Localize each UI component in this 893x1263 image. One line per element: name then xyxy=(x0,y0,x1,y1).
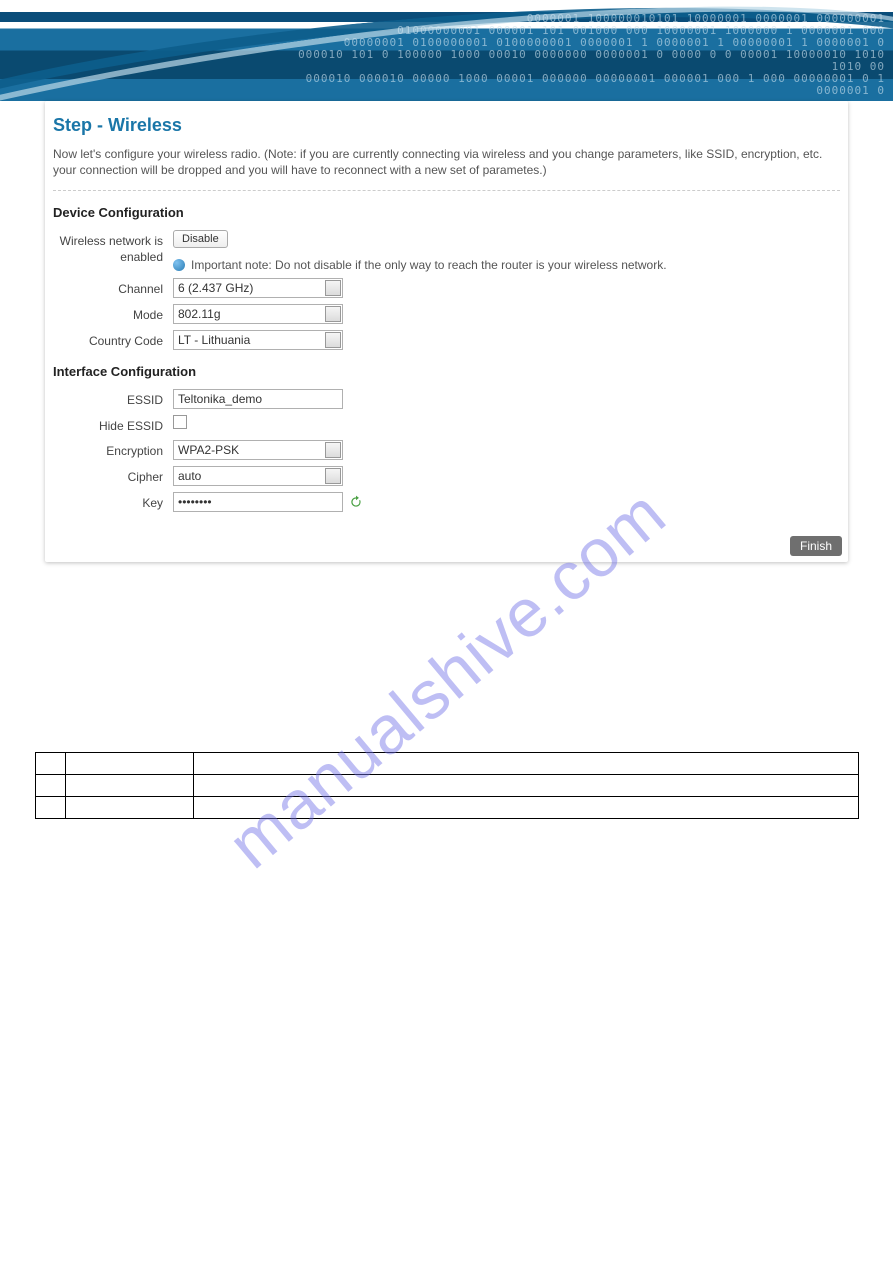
page-title: Step - Wireless xyxy=(53,115,840,136)
hide-essid-checkbox[interactable] xyxy=(173,415,187,429)
mode-select[interactable] xyxy=(173,304,343,324)
wizard-card: Step - Wireless Now let's configure your… xyxy=(45,101,848,562)
finish-button[interactable]: Finish xyxy=(790,536,842,556)
channel-label: Channel xyxy=(53,278,173,297)
channel-select[interactable] xyxy=(173,278,343,298)
table-row xyxy=(36,797,859,819)
essid-label: ESSID xyxy=(53,389,173,408)
table-row xyxy=(36,775,859,797)
disable-note: Important note: Do not disable if the on… xyxy=(191,258,667,272)
device-config-header: Device Configuration xyxy=(53,205,840,220)
key-input[interactable] xyxy=(173,492,343,512)
cipher-row: Cipher xyxy=(53,466,840,486)
country-label: Country Code xyxy=(53,330,173,349)
encryption-select[interactable] xyxy=(173,440,343,460)
mode-label: Mode xyxy=(53,304,173,323)
key-row: Key xyxy=(53,492,840,512)
banner-binary-text: 0000001 100000010101 10000001 0000001 00… xyxy=(268,9,893,101)
essid-input[interactable] xyxy=(173,389,343,409)
hide-essid-label: Hide ESSID xyxy=(53,415,173,434)
header-banner: 0000001 100000010101 10000001 0000001 00… xyxy=(0,0,893,101)
table-row xyxy=(36,753,859,775)
country-select[interactable] xyxy=(173,330,343,350)
wireless-enabled-label: Wireless network is enabled xyxy=(53,230,173,265)
hide-essid-row: Hide ESSID xyxy=(53,415,840,434)
cipher-label: Cipher xyxy=(53,466,173,485)
info-icon xyxy=(173,259,185,271)
wireless-enabled-row: Wireless network is enabled Disable Impo… xyxy=(53,230,840,272)
doc-table xyxy=(35,752,859,819)
key-label: Key xyxy=(53,492,173,511)
refresh-icon[interactable] xyxy=(349,495,363,509)
essid-row: ESSID xyxy=(53,389,840,409)
intro-text: Now let's configure your wireless radio.… xyxy=(53,146,840,191)
encryption-row: Encryption xyxy=(53,440,840,460)
channel-row: Channel xyxy=(53,278,840,298)
disable-button[interactable]: Disable xyxy=(173,230,228,248)
cipher-select[interactable] xyxy=(173,466,343,486)
interface-config-header: Interface Configuration xyxy=(53,364,840,379)
mode-row: Mode xyxy=(53,304,840,324)
encryption-label: Encryption xyxy=(53,440,173,459)
country-row: Country Code xyxy=(53,330,840,350)
